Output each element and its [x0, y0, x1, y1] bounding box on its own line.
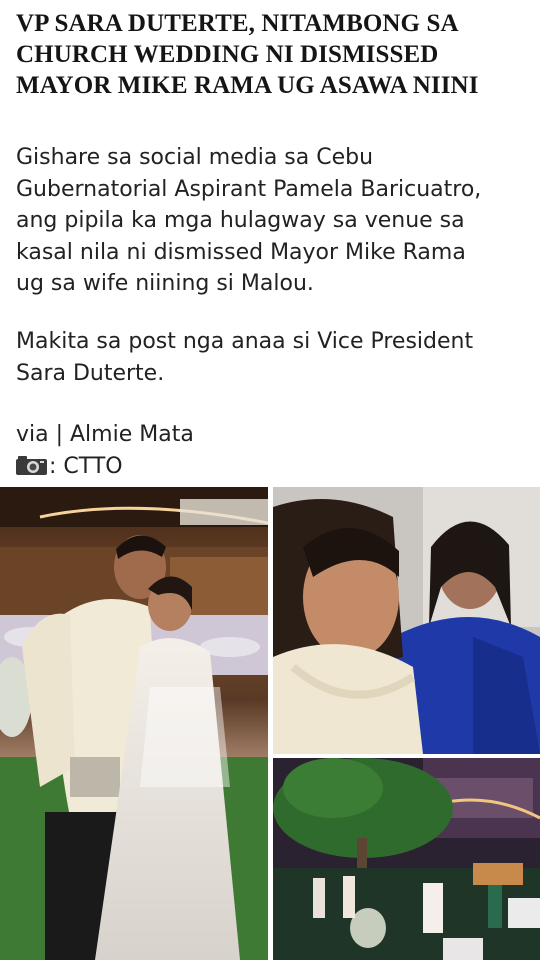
- headline-line: CHURCH WEDDING NI DISMISSED: [16, 41, 439, 68]
- photo-credit-text: : CTTO: [49, 454, 123, 479]
- photo-credit: : CTTO: [16, 451, 123, 482]
- post-paragraph-2: Makita sa post nga anaa si Vice Presiden…: [16, 326, 531, 389]
- headline-line: MAYOR MIKE RAMA UG ASAWA NIINI: [16, 72, 479, 99]
- two-women-portrait-photo[interactable]: [273, 487, 540, 754]
- paragraph-line: Gishare sa social media sa Cebu: [16, 145, 374, 170]
- via-credit: via | Almie Mata: [16, 422, 194, 447]
- post-headline: VP SARA DUTERTE, NITAMBONG SA CHURCH WED…: [16, 8, 531, 101]
- paragraph-line: kasal nila ni dismissed Mayor Mike Rama: [16, 239, 466, 265]
- paragraph-line: ug sa wife niining si Malou.: [16, 271, 314, 296]
- paragraph-line: Gubernatorial Aspirant Pamela Baricuatro…: [16, 176, 482, 202]
- paragraph-line: Sara Duterte.: [16, 360, 165, 386]
- couple-wedding-photo[interactable]: [0, 487, 268, 960]
- camera-icon: [16, 453, 47, 475]
- headline-line: VP SARA DUTERTE, NITAMBONG SA: [16, 10, 459, 37]
- post-paragraph-1: Gishare sa social media sa Cebu Gubernat…: [16, 142, 531, 300]
- wedding-venue-photo[interactable]: [273, 758, 540, 960]
- paragraph-line: ang pipila ka mga hulagway sa venue sa: [16, 208, 465, 233]
- paragraph-line: Makita sa post nga anaa si Vice Presiden…: [16, 329, 474, 354]
